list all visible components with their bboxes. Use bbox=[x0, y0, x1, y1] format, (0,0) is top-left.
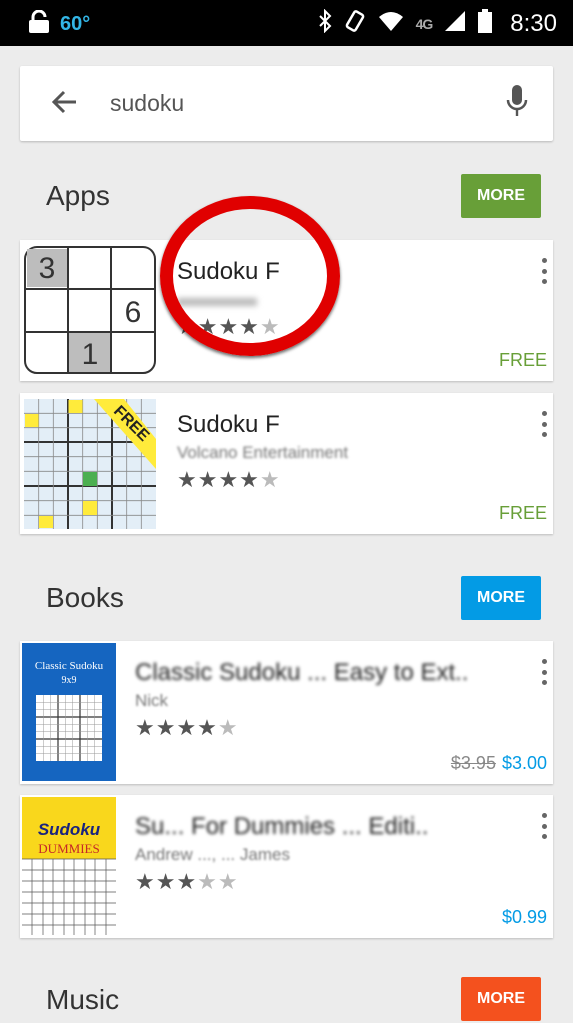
network-type: 4G bbox=[415, 15, 434, 32]
rating-stars: ★★★★★ bbox=[135, 869, 239, 894]
app-icon: FREE bbox=[23, 398, 157, 534]
app-price: FREE bbox=[498, 503, 547, 523]
book-author: Nick bbox=[135, 691, 169, 710]
book-title: Classic Sudoku ... Easy to Ext.. bbox=[135, 659, 469, 686]
clock: 8:30 bbox=[510, 9, 557, 37]
bluetooth-icon bbox=[318, 8, 332, 38]
sale-price: $3.00 bbox=[501, 753, 547, 773]
status-bar: 60° 4G 8:30 bbox=[0, 0, 573, 46]
app-price: FREE bbox=[498, 350, 547, 370]
book-cover: Classic Sudoku 9x9 bbox=[22, 643, 116, 784]
book-price: $3.95 $3.00 bbox=[451, 753, 547, 774]
section-title-apps: Apps bbox=[46, 180, 110, 211]
icon-digit: 6 bbox=[125, 296, 142, 329]
icon-digit: 3 bbox=[39, 252, 56, 285]
cover-title: Sudoku bbox=[38, 820, 101, 839]
book-cover: Sudoku DUMMIES bbox=[22, 797, 116, 938]
book-card[interactable]: Sudoku DUMMIES Su... For Dummies ... Edi… bbox=[20, 795, 553, 938]
annotation-circle bbox=[160, 196, 340, 356]
apps-more-button[interactable]: MORE bbox=[461, 174, 541, 218]
overflow-menu-icon[interactable] bbox=[539, 411, 549, 437]
rating-stars: ★★★★★ bbox=[135, 715, 239, 740]
overflow-menu-icon[interactable] bbox=[539, 813, 549, 839]
book-price: $0.99 bbox=[501, 907, 547, 927]
app-title: Sudoku F bbox=[177, 411, 280, 438]
search-input[interactable]: sudoku bbox=[110, 90, 184, 117]
book-author: Andrew ..., ... James bbox=[135, 845, 290, 864]
microphone-icon[interactable] bbox=[505, 84, 529, 125]
section-title-books: Books bbox=[46, 582, 124, 613]
overflow-menu-icon[interactable] bbox=[539, 659, 549, 685]
signal-icon bbox=[444, 10, 466, 37]
rating-stars: ★★★★★ bbox=[177, 467, 281, 492]
icon-digit: 1 bbox=[82, 338, 99, 371]
cover-title: Classic Sudoku bbox=[35, 660, 104, 672]
cover-subtitle: 9x9 bbox=[62, 675, 77, 686]
back-arrow-icon[interactable] bbox=[50, 88, 78, 121]
battery-icon bbox=[478, 9, 493, 38]
music-more-button[interactable]: MORE bbox=[461, 977, 541, 1021]
book-title: Su... For Dummies ... Editi.. bbox=[135, 813, 429, 840]
overflow-menu-icon[interactable] bbox=[539, 258, 549, 284]
wifi-icon bbox=[378, 10, 404, 37]
search-bar[interactable]: sudoku bbox=[20, 66, 553, 141]
temperature: 60° bbox=[60, 13, 91, 35]
original-price: $3.95 bbox=[450, 753, 496, 773]
vibrate-icon bbox=[344, 9, 366, 38]
section-title-music: Music bbox=[46, 984, 120, 1015]
app-icon: 3 6 1 bbox=[24, 246, 156, 379]
lock-icon bbox=[28, 9, 50, 39]
book-card[interactable]: Classic Sudoku 9x9 Classic Sudoku ... Ea… bbox=[20, 641, 553, 784]
books-more-button[interactable]: MORE bbox=[461, 576, 541, 620]
app-developer: Volcano Entertainment bbox=[177, 443, 349, 462]
app-card[interactable]: FREE Sudoku F Volcano Entertainment ★★★★… bbox=[20, 393, 553, 534]
cover-subtitle: DUMMIES bbox=[38, 841, 99, 856]
